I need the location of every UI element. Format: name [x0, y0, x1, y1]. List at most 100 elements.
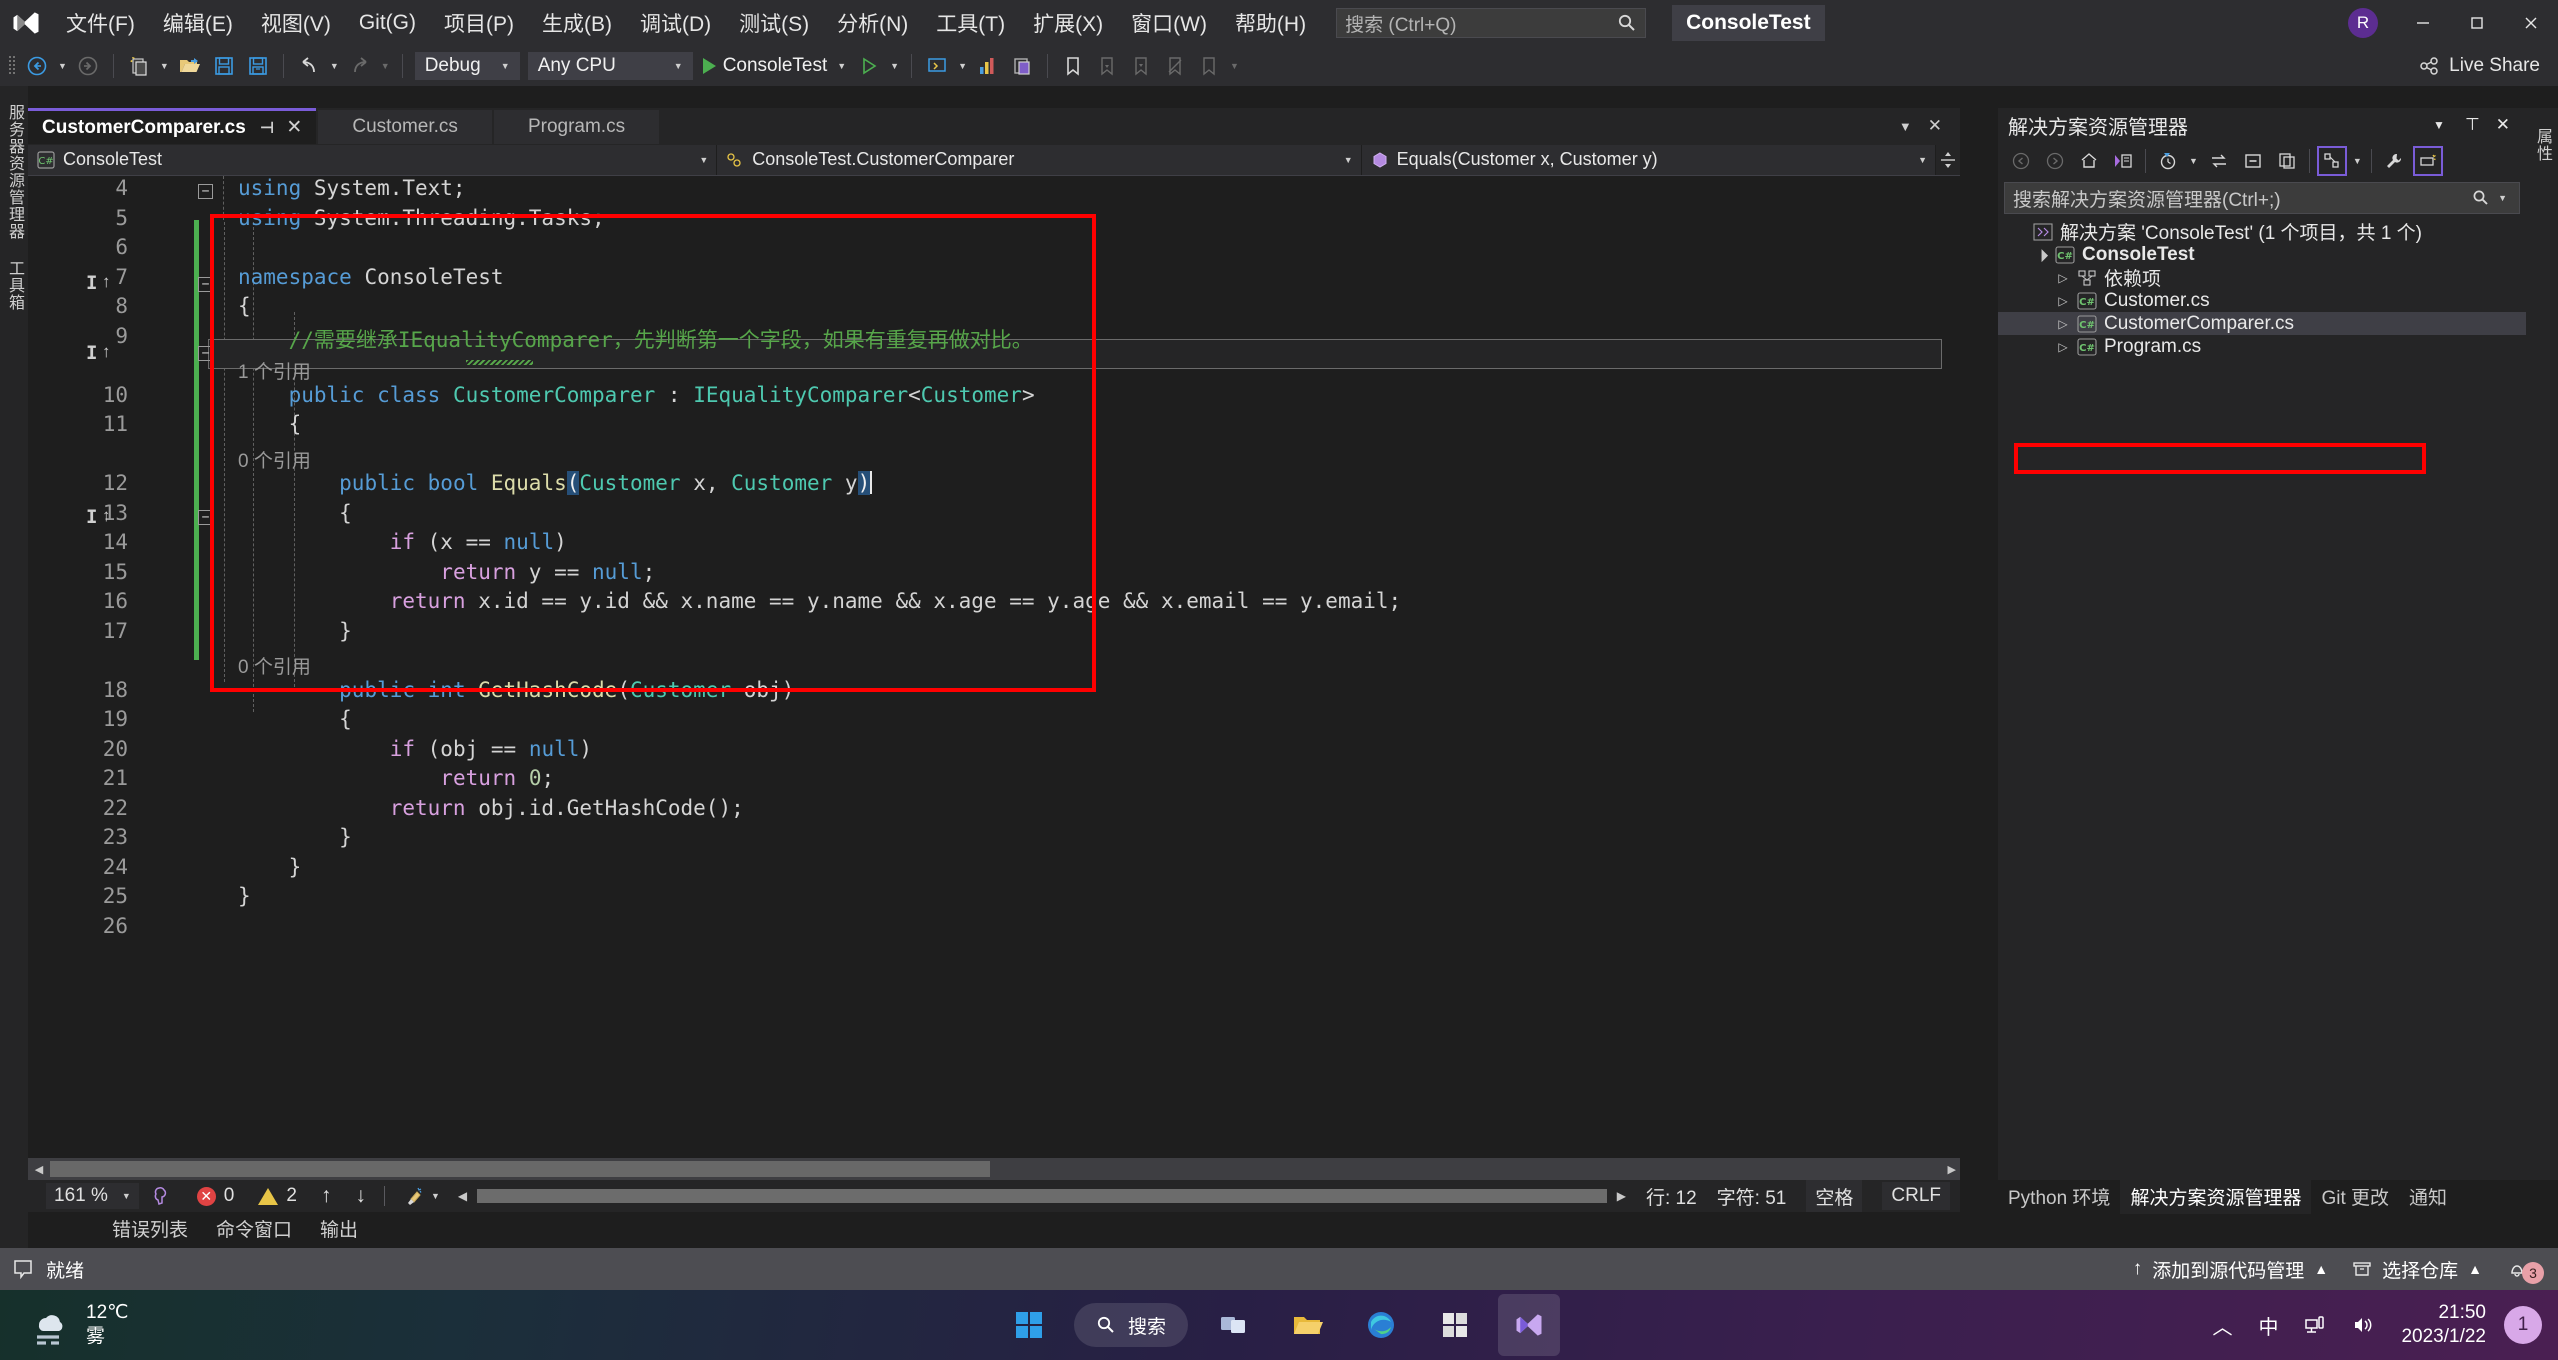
menu-edit[interactable]: 编辑(E)	[149, 0, 247, 46]
network-icon[interactable]	[2304, 1314, 2326, 1336]
home-icon[interactable]	[2074, 146, 2104, 176]
code-line[interactable]: public int GetHashCode(Customer obj)	[238, 678, 794, 702]
line-ending-mode[interactable]: CRLF	[1882, 1182, 1950, 1210]
dock-tab-git-changes[interactable]: Git 更改	[2311, 1179, 2399, 1214]
performance-profiler-icon[interactable]	[973, 51, 1003, 81]
chevron-down-icon[interactable]: ▼	[2433, 118, 2445, 132]
scroll-left-icon[interactable]: ◀	[28, 1163, 50, 1176]
expander-collapsed-icon[interactable]: ▷	[2052, 271, 2074, 285]
memory-usage-icon[interactable]	[1007, 51, 1037, 81]
code-line[interactable]: //需要继承IEqualityComparer，先判断第一个字段，如果有重复再做…	[238, 324, 1033, 354]
code-line[interactable]: public class CustomerComparer : IEqualit…	[238, 383, 1035, 407]
code-lens[interactable]: 1 个引用	[238, 357, 311, 384]
code-line[interactable]: if (obj == null)	[238, 737, 592, 761]
tree-item-program-cs[interactable]: ▷ C# Program.cs	[1998, 335, 2526, 358]
expander-collapsed-icon[interactable]: ▷	[2052, 317, 2074, 331]
show-hidden-icons-icon[interactable]: ︿	[2212, 1311, 2232, 1340]
search-icon[interactable]	[2472, 189, 2490, 207]
scroll-right-icon[interactable]: ▶	[1948, 1163, 1956, 1176]
toolbox-tab[interactable]: 工具箱	[2, 260, 26, 311]
navbar-member-dropdown[interactable]: Equals(Customer x, Customer y) ▼	[1361, 144, 1937, 175]
menu-git[interactable]: Git(G)	[345, 0, 430, 46]
minimize-icon[interactable]	[2396, 0, 2450, 46]
task-view-icon[interactable]	[1202, 1294, 1264, 1356]
pin-icon[interactable]: ⊤	[2465, 115, 2480, 135]
code-line[interactable]: if (x == null)	[238, 530, 567, 554]
code-lens[interactable]: 0 个引用	[238, 652, 311, 679]
status-scroll-strip[interactable]	[477, 1189, 1607, 1203]
tab-customercomparer-cs[interactable]: CustomerComparer.cs ⊣ ✕	[28, 108, 317, 144]
collapse-equals-icon[interactable]: −	[198, 346, 213, 361]
inherit-up-icon[interactable]: ↑	[102, 272, 111, 292]
visual-studio-taskbar-icon[interactable]	[1498, 1294, 1561, 1356]
microsoft-store-icon[interactable]	[1424, 1294, 1486, 1356]
pending-changes-icon[interactable]	[2153, 146, 2183, 176]
start-without-debugging-icon[interactable]	[854, 51, 884, 81]
start-debug-button[interactable]: ConsoleTest ▼	[697, 51, 852, 81]
chevron-down-icon[interactable]: ▼	[431, 1191, 440, 1201]
dock-tab-command-window[interactable]: 命令窗口	[216, 1215, 292, 1242]
collapse-all-icon[interactable]	[2238, 146, 2268, 176]
menu-project[interactable]: 项目(P)	[430, 0, 528, 46]
configuration-dropdown[interactable]: Debug ▼	[414, 52, 520, 80]
save-all-icon[interactable]	[243, 51, 273, 81]
microsoft-edge-icon[interactable]	[1350, 1294, 1412, 1356]
toolbar-grip[interactable]	[8, 54, 20, 78]
active-files-chevron-icon[interactable]: ▼	[1899, 119, 1912, 134]
add-to-source-control-button[interactable]: ↑ 添加到源代码管理 ▲	[2133, 1256, 2328, 1283]
code-line[interactable]: public bool Equals(Customer x, Customer …	[238, 471, 873, 495]
chevron-down-icon[interactable]: ▼	[2353, 156, 2362, 166]
properties-icon[interactable]	[2379, 146, 2409, 176]
code-line[interactable]: {	[238, 501, 352, 525]
split-view-icon[interactable]	[1936, 150, 1960, 170]
hscrollbar-thumb[interactable]	[50, 1161, 990, 1177]
navbar-project-dropdown[interactable]: C# ConsoleTest ▼	[28, 144, 718, 175]
editor-horizontal-scrollbar[interactable]: ◀ ▶	[28, 1158, 1960, 1180]
scroll-left-icon[interactable]: ◀	[458, 1189, 467, 1203]
menu-build[interactable]: 生成(B)	[528, 0, 626, 46]
inherit-up-icon[interactable]: ↑	[102, 506, 111, 526]
chevron-down-icon[interactable]: ▼	[837, 61, 846, 71]
server-explorer-tab[interactable]: 服务器资源管理器	[2, 104, 26, 240]
code-line[interactable]: namespace ConsoleTest	[238, 265, 504, 289]
tree-item-customercomparer-cs[interactable]: ▷ C# CustomerComparer.cs	[1998, 312, 2526, 335]
indent-mode[interactable]: 空格	[1806, 1179, 1863, 1213]
file-explorer-icon[interactable]	[1276, 1294, 1338, 1356]
quick-actions-icon[interactable]: I	[86, 342, 97, 364]
tree-item-consoletest[interactable]: ◢ C# ConsoleTest	[1998, 243, 2526, 266]
undo-icon[interactable]	[294, 51, 324, 81]
show-all-files-icon[interactable]	[2272, 146, 2302, 176]
dock-tab-error-list[interactable]: 错误列表	[112, 1215, 188, 1242]
preview-selected-items-icon[interactable]	[2412, 146, 2443, 176]
live-share-button[interactable]: Live Share	[2418, 46, 2540, 86]
tree-item-customer-cs[interactable]: ▷ C# Customer.cs	[1998, 289, 2526, 312]
taskbar-search-button[interactable]: 搜索	[1073, 1303, 1189, 1347]
menu-tools[interactable]: 工具(T)	[922, 0, 1019, 46]
taskbar-clock[interactable]: 21:50 2023/1/22	[2401, 1301, 2486, 1349]
close-group-icon[interactable]: ✕	[1928, 116, 1942, 136]
menu-test[interactable]: 测试(S)	[725, 0, 823, 46]
zoom-level-dropdown[interactable]: 161 % ▼	[46, 1183, 139, 1209]
intellicode-icon[interactable]	[151, 1185, 173, 1207]
dock-tab-python-environments[interactable]: Python 环境	[1998, 1179, 2120, 1214]
code-line[interactable]: }	[238, 825, 352, 849]
main-menu[interactable]: 文件(F) 编辑(E) 视图(V) Git(G) 项目(P) 生成(B) 调试(…	[52, 0, 1320, 46]
menu-debug[interactable]: 调试(D)	[626, 0, 725, 46]
notification-badge[interactable]: 1	[2504, 1306, 2542, 1344]
collapse-namespace-icon[interactable]: −	[198, 184, 213, 199]
toggle-bookmark-icon[interactable]	[1058, 51, 1088, 81]
code-line[interactable]: using System.Text;	[238, 176, 466, 200]
code-line[interactable]: {	[238, 707, 352, 731]
expander-collapsed-icon[interactable]: ▷	[2052, 340, 2074, 354]
expander-expanded-icon[interactable]: ◢	[2028, 242, 2053, 267]
code-line[interactable]: return y == null;	[238, 560, 655, 584]
navigate-back-icon[interactable]	[22, 51, 52, 81]
new-project-caret-icon[interactable]: ▼	[160, 61, 169, 71]
sync-with-active-document-icon[interactable]	[2204, 146, 2234, 176]
back-history-caret-icon[interactable]: ▼	[58, 61, 67, 71]
volume-icon[interactable]	[2352, 1314, 2374, 1336]
code-line[interactable]: {	[238, 294, 251, 318]
tree-item--consoletest-1-1-[interactable]: 解决方案 'ConsoleTest' (1 个项目，共 1 个)	[1998, 220, 2526, 244]
menu-extensions[interactable]: 扩展(X)	[1019, 0, 1117, 46]
code-cleanup-icon[interactable]: ▼	[403, 1185, 440, 1207]
